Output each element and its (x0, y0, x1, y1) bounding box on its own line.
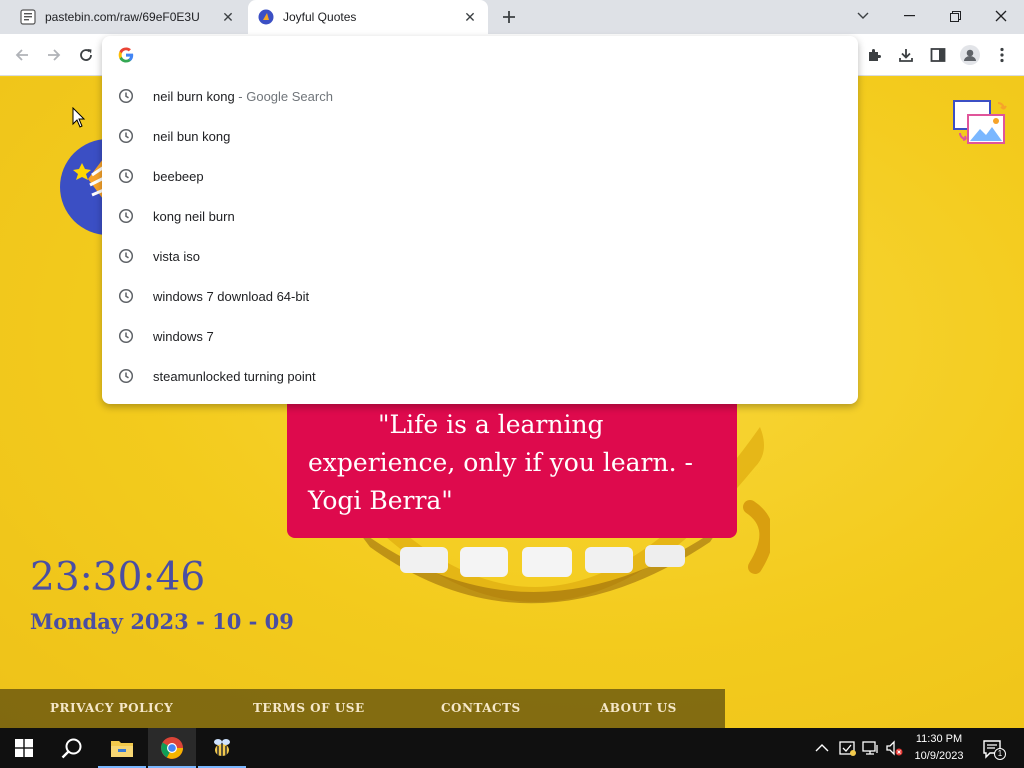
suggestion-text: kong neil burn (153, 208, 235, 224)
suggestion-text: neil bun kong (153, 128, 231, 144)
reload-button[interactable] (73, 42, 99, 68)
joyful-quotes-favicon-icon (258, 9, 274, 25)
history-clock-icon (118, 328, 134, 344)
tab-search-button[interactable] (840, 0, 886, 32)
history-clock-icon (118, 248, 134, 264)
plus-icon (503, 11, 515, 23)
extensions-button[interactable] (861, 42, 887, 68)
history-clock-icon (118, 128, 134, 144)
history-clock-icon (118, 368, 134, 384)
suggestion-item[interactable]: windows 7 download 64-bit (102, 276, 858, 316)
system-time: 11:30 PM (915, 733, 963, 745)
notification-count-badge: 1 (994, 748, 1006, 760)
folder-icon (111, 741, 133, 757)
windows-taskbar: 11:30 PM 10/9/2023 1 (0, 728, 1024, 768)
side-panel-icon (930, 48, 946, 62)
history-clock-icon (118, 208, 134, 224)
pastebin-favicon-icon (20, 9, 36, 25)
suggestion-item[interactable]: windows 7 (102, 316, 858, 356)
google-g-icon (118, 47, 134, 63)
clock-display: 23:30:46 (30, 555, 206, 600)
minimize-button[interactable] (886, 0, 932, 32)
tab-strip: pastebin.com/raw/69eF0E3U ✕ Joyful Quote… (0, 0, 1024, 34)
footer-link-privacy-policy[interactable]: PRIVACY POLICY (50, 701, 173, 715)
side-panel-button[interactable] (925, 42, 951, 68)
suggestion-text: windows 7 download 64-bit (153, 288, 310, 304)
suggestion-item[interactable]: neil bun kong (102, 116, 858, 156)
address-bar-input[interactable] (146, 42, 836, 68)
tab-close-icon[interactable]: ✕ (220, 9, 236, 25)
taskbar-beebeep[interactable] (198, 728, 246, 768)
suggestion-text: beebeep (153, 168, 204, 184)
chrome-icon (161, 737, 183, 759)
new-tab-button[interactable] (498, 6, 520, 28)
suggestion-text: vista iso (153, 248, 200, 264)
suggestion-item[interactable]: kong neil burn (102, 196, 858, 236)
system-date: 10/9/2023 (914, 750, 964, 762)
quote-text: "Life is a learning experience, only if … (308, 410, 693, 515)
taskbar-search-button[interactable] (48, 728, 96, 768)
tab-pastebin[interactable]: pastebin.com/raw/69eF0E3U ✕ (10, 0, 246, 34)
history-clock-icon (118, 88, 134, 104)
taskbar-file-explorer[interactable] (98, 728, 146, 768)
download-icon (899, 49, 913, 62)
menu-button[interactable] (989, 42, 1015, 68)
suggestion-item[interactable]: vista iso (102, 236, 858, 276)
footer-link-contacts[interactable]: CONTACTS (441, 701, 521, 715)
tray-chevron-up-icon[interactable] (815, 741, 829, 755)
restore-icon (949, 10, 961, 22)
profile-button[interactable] (957, 42, 983, 68)
tray-security-icon[interactable] (838, 739, 856, 757)
footer-link-terms-of-use[interactable]: TERMS OF USE (253, 701, 365, 715)
minimize-icon (903, 15, 915, 17)
suggestion-item[interactable]: beebeep (102, 156, 858, 196)
restore-button[interactable] (932, 0, 978, 32)
chevron-down-icon (857, 12, 869, 19)
tab-close-icon[interactable]: ✕ (462, 9, 478, 25)
start-button[interactable] (0, 728, 48, 768)
puzzle-icon (869, 49, 881, 61)
arrow-right-icon (48, 49, 61, 61)
avatar-icon (960, 45, 980, 65)
volume-muted-icon[interactable] (885, 739, 903, 757)
forward-button[interactable] (41, 42, 67, 68)
quote-card: "Life is a learning experience, only if … (287, 393, 737, 538)
search-icon (61, 738, 82, 759)
network-icon[interactable] (862, 739, 880, 757)
back-button[interactable] (9, 42, 35, 68)
mouse-cursor-icon (72, 107, 86, 128)
change-background-image-icon[interactable] (952, 99, 1008, 145)
footer-bar: PRIVACY POLICY TERMS OF USE CONTACTS ABO… (0, 689, 725, 728)
footer-link-about-us[interactable]: ABOUT US (600, 701, 677, 715)
suggestion-item[interactable]: neil burn kong - Google Search (102, 76, 858, 116)
omnibox-dropdown: neil burn kong - Google Search neil bun … (102, 36, 858, 404)
tab-title: Joyful Quotes (283, 10, 357, 24)
history-clock-icon (118, 288, 134, 304)
suggestion-item[interactable]: steamunlocked turning point (102, 356, 858, 396)
kebab-menu-icon (1000, 47, 1004, 63)
reload-icon (80, 49, 92, 61)
tab-title: pastebin.com/raw/69eF0E3U (45, 10, 200, 24)
suggestion-text: steamunlocked turning point (153, 368, 316, 384)
downloads-button[interactable] (893, 42, 919, 68)
arrow-left-icon (15, 49, 28, 61)
windows-logo-icon (15, 739, 33, 757)
date-display: Monday 2023 - 10 - 09 (30, 609, 294, 634)
system-clock[interactable]: 11:30 PM 10/9/2023 (905, 731, 973, 765)
tab-joyful-quotes[interactable]: Joyful Quotes ✕ (248, 0, 488, 34)
close-window-button[interactable] (978, 0, 1024, 32)
history-clock-icon (118, 168, 134, 184)
notification-center-button[interactable]: 1 (982, 738, 1006, 760)
bee-icon (214, 739, 230, 756)
taskbar-chrome[interactable] (148, 728, 196, 768)
suggestion-text: neil burn kong - Google Search (153, 88, 333, 104)
close-icon (995, 10, 1007, 22)
suggestion-text: windows 7 (153, 328, 214, 344)
